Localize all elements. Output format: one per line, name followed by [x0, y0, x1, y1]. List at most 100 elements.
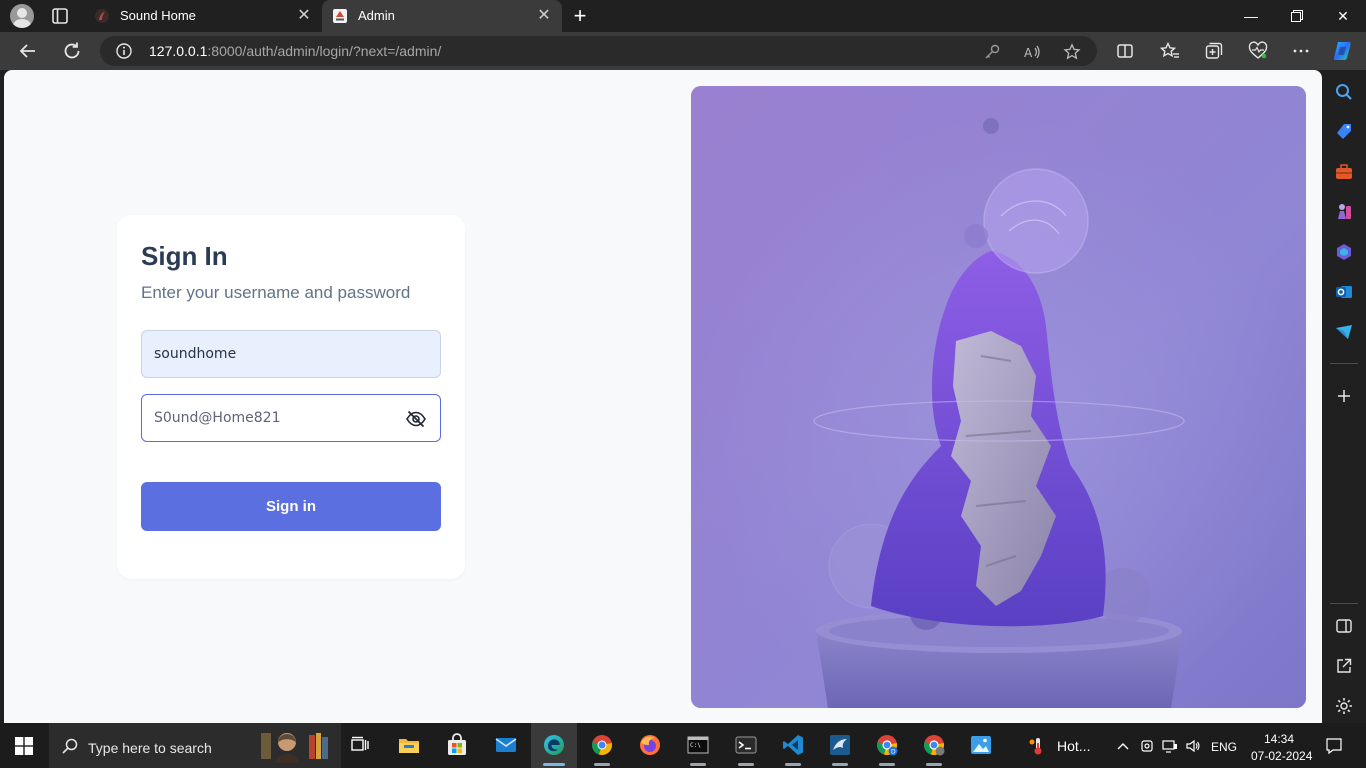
mail-icon [495, 738, 517, 752]
active-indicator [543, 763, 565, 766]
site-info-icon[interactable] [116, 43, 132, 59]
search-highlight-image [261, 733, 328, 763]
running-indicator [690, 763, 706, 766]
taskbar-command-prompt[interactable]: C:\ [675, 723, 721, 768]
send-paper-plane-icon[interactable] [1334, 322, 1354, 342]
page-viewport: Sign In Enter your username and password… [4, 70, 1322, 723]
password-input[interactable] [141, 394, 441, 442]
taskbar-search-box[interactable]: Type here to search [49, 723, 341, 768]
profile-avatar[interactable] [10, 4, 34, 28]
url-text: 127.0.0.1:8000/auth/admin/login/?next=/a… [149, 43, 442, 59]
language-indicator[interactable]: ENG [1211, 740, 1237, 754]
tab-title: Admin [358, 8, 395, 23]
settings-gear-icon[interactable] [1334, 696, 1354, 716]
running-indicator [832, 763, 848, 766]
running-indicator [785, 763, 801, 766]
m365-icon[interactable] [1334, 242, 1354, 262]
copilot-icon[interactable] [1331, 39, 1355, 63]
toggle-password-visibility-icon[interactable] [405, 408, 427, 430]
shopping-tag-icon[interactable] [1334, 122, 1354, 142]
taskbar-chrome-other[interactable] [911, 723, 957, 768]
notifications-icon[interactable] [1325, 737, 1343, 755]
taskbar-mail[interactable] [483, 723, 529, 768]
games-chess-icon[interactable] [1334, 202, 1354, 222]
running-indicator [926, 763, 942, 766]
close-tab-icon[interactable]: ✕ [296, 8, 312, 24]
more-menu-icon[interactable] [1291, 41, 1311, 61]
store-bag-icon [448, 733, 466, 755]
vscode-icon [783, 735, 803, 755]
photos-icon [971, 736, 991, 754]
taskbar-photos[interactable] [958, 723, 1004, 768]
clock-time[interactable]: 14:34 [1264, 732, 1294, 746]
chrome-profile-icon: D [877, 735, 898, 756]
outlook-icon[interactable] [1334, 282, 1354, 302]
login-subtitle: Enter your username and password [141, 283, 411, 302]
restore-button[interactable] [1274, 0, 1320, 32]
collections-icon[interactable] [1204, 41, 1224, 61]
taskbar-vscode[interactable] [770, 723, 816, 768]
network-icon[interactable] [1162, 738, 1178, 754]
taskbar-windows-terminal[interactable] [723, 723, 769, 768]
tab-admin[interactable]: Admin ✕ [322, 0, 562, 32]
edge-browser-icon [544, 735, 564, 755]
svg-text:A: A [1024, 46, 1033, 60]
windows-taskbar: Type here to search C:\ D Hot... ENG 14:… [0, 723, 1366, 768]
browser-essentials-icon[interactable] [1248, 41, 1268, 61]
taskbar-chrome[interactable] [579, 723, 625, 768]
sign-in-button[interactable]: Sign in [141, 482, 441, 531]
tab-actions-icon[interactable] [50, 6, 70, 26]
running-indicator [738, 763, 754, 766]
weather-text[interactable]: Hot... [1057, 739, 1090, 753]
taskbar-firefox[interactable] [627, 723, 673, 768]
rail-divider [1330, 363, 1358, 364]
address-bar[interactable]: 127.0.0.1:8000/auth/admin/login/?next=/a… [100, 36, 1097, 66]
close-tab-icon[interactable]: ✕ [536, 8, 552, 24]
split-screen-icon[interactable] [1115, 41, 1135, 61]
rail-divider [1330, 603, 1358, 604]
folder-icon [399, 739, 419, 753]
windows-start-icon[interactable] [15, 737, 33, 755]
volume-icon[interactable] [1185, 738, 1201, 754]
search-icon [62, 738, 78, 754]
taskbar-mysql-workbench[interactable] [817, 723, 863, 768]
search-icon[interactable] [1334, 82, 1354, 102]
minimize-button[interactable]: — [1228, 0, 1274, 32]
page-title: Sign In [141, 241, 228, 271]
username-input[interactable] [141, 330, 441, 378]
chevron-up-icon[interactable] [1115, 738, 1131, 754]
password-key-icon[interactable] [983, 43, 1001, 61]
terminal-prompt-icon [735, 736, 757, 754]
webcam-icon[interactable] [1139, 738, 1155, 754]
refresh-icon[interactable] [60, 39, 84, 63]
search-placeholder: Type here to search [88, 740, 212, 756]
taskbar-chrome-profile[interactable]: D [864, 723, 910, 768]
chrome-profile-icon [924, 735, 945, 756]
taskbar-file-explorer[interactable] [386, 723, 432, 768]
add-sidebar-app-icon[interactable] [1334, 386, 1354, 406]
back-arrow-icon[interactable] [16, 39, 40, 63]
taskbar-edge[interactable] [531, 723, 577, 768]
tab-sound-home[interactable]: Sound Home ✕ [84, 0, 322, 32]
weather-thermometer-icon[interactable] [1029, 736, 1047, 756]
taskbar-microsoft-store[interactable] [434, 723, 480, 768]
tab-favicon-icon [333, 9, 347, 23]
firefox-icon [640, 735, 660, 755]
running-indicator [594, 763, 610, 766]
task-view-button[interactable] [337, 723, 383, 768]
database-dolphin-icon [830, 735, 850, 755]
tab-favicon-icon [95, 9, 109, 23]
hide-sidebar-icon[interactable] [1334, 616, 1354, 636]
tools-briefcase-icon[interactable] [1334, 162, 1354, 182]
read-aloud-icon[interactable]: A [1023, 43, 1041, 61]
task-view-icon [351, 736, 369, 751]
clock-date[interactable]: 07-02-2024 [1251, 749, 1312, 763]
favorites-icon[interactable] [1160, 41, 1180, 61]
favorite-star-icon[interactable] [1063, 43, 1081, 61]
svg-text:C:\: C:\ [690, 742, 701, 749]
open-external-icon[interactable] [1334, 656, 1354, 676]
close-window-button[interactable]: ✕ [1320, 0, 1366, 32]
browser-toolbar: 127.0.0.1:8000/auth/admin/login/?next=/a… [0, 32, 1366, 70]
new-tab-button[interactable]: + [570, 5, 590, 27]
hero-illustration [691, 86, 1306, 708]
